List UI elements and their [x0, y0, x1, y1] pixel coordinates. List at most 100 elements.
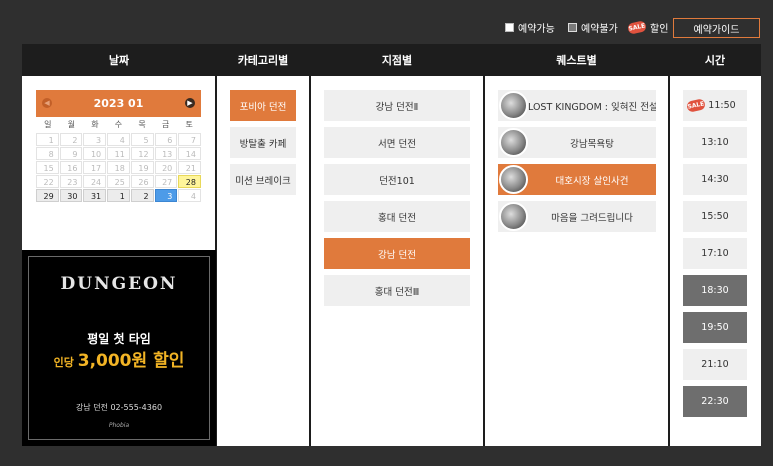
calendar: ◀ 2023 01 ▶ 일월화수목금토 1 2 3 4 5 6 7 8 9 10 11 12 13 14 1… [36, 90, 201, 202]
legend-bar: 예약가능 예약불가 SALE 할인 예약가이드 [0, 18, 773, 38]
theme-label: LOST KINGDOM : 잊혀진 전설 [528, 101, 656, 113]
calendar-day: 24 [83, 175, 107, 188]
calendar-day[interactable]: 1 [107, 189, 130, 202]
calendar-day: 15 [36, 161, 59, 174]
reservation-guide-button[interactable]: 예약가이드 [673, 18, 760, 38]
column-divider [483, 44, 485, 446]
category-button[interactable]: 방탈출 카페 [230, 127, 296, 158]
calendar-day: 3 [83, 133, 107, 146]
category-button[interactable]: 미션 브레이크 [230, 164, 296, 195]
branch-button[interactable]: 홍대 던전Ⅲ [324, 275, 470, 306]
time-slot[interactable]: SALE 11:50 [683, 90, 747, 121]
theme-item[interactable]: 대호시장 살인사건 [498, 164, 656, 195]
legend-available: 예약가능 [505, 20, 555, 35]
banner-contact: 강남 던전 02-555-4360 [75, 403, 163, 412]
weekday-label: 토 [185, 120, 193, 129]
calendar-day: 13 [154, 147, 178, 160]
legend-discount-label: 할인 [650, 24, 669, 35]
time-label: 14:30 [701, 174, 729, 185]
calendar-day: 27 [154, 175, 178, 188]
legend-unavailable-label: 예약불가 [581, 24, 618, 35]
category-button[interactable]: 포비아 던전 [230, 90, 296, 121]
banner-discount-amount: 3,000원 할인 [77, 351, 185, 371]
calendar-day: 21 [178, 161, 201, 174]
theme-thumbnail-icon [499, 202, 528, 231]
weekday-label: 화 [91, 120, 99, 129]
calendar-header: ◀ 2023 01 ▶ [36, 90, 201, 117]
time-slot[interactable]: 15:50 [683, 201, 747, 232]
theme-item[interactable]: 강남목욕탕 [498, 127, 656, 158]
theme-label: 마음을 그려드립니다 [551, 212, 633, 224]
chevron-right-icon[interactable]: ▶ [185, 98, 195, 108]
banner-discount: 인당 3,000원 할인 [22, 346, 216, 371]
time-slot[interactable]: 14:30 [683, 164, 747, 195]
time-label: 13:10 [701, 137, 729, 148]
available-swatch-icon [505, 23, 514, 32]
calendar-day: 16 [59, 161, 83, 174]
branch-button[interactable]: 강남 던전Ⅱ [324, 90, 470, 121]
calendar-day: 18 [107, 161, 130, 174]
calendar-day[interactable]: 2 [130, 189, 154, 202]
time-slot[interactable]: 17:10 [683, 238, 747, 269]
time-label: 15:50 [701, 211, 729, 222]
unavailable-swatch-icon [568, 23, 577, 32]
banner-discount-prefix: 인당 [53, 356, 74, 369]
theme-item[interactable]: 마음을 그려드립니다 [498, 201, 656, 232]
weekday-label: 일 [44, 120, 52, 129]
calendar-day: 4 [107, 133, 130, 146]
calendar-day[interactable]: 31 [83, 189, 107, 202]
branch-button[interactable]: 강남 던전 [324, 238, 470, 269]
calendar-day: 26 [130, 175, 154, 188]
weekday-label: 수 [114, 120, 123, 129]
time-label: 22:30 [701, 396, 729, 407]
weekday-label: 월 [67, 120, 76, 129]
calendar-day[interactable]: 28 [178, 175, 201, 188]
calendar-day: 23 [59, 175, 83, 188]
theme-item[interactable]: LOST KINGDOM : 잊혀진 전설 [498, 90, 656, 121]
calendar-weekdays: 일월화수목금토 [36, 117, 201, 133]
time-label: 21:10 [701, 359, 729, 370]
calendar-day: 8 [36, 147, 59, 160]
time-slot: 18:30 [683, 275, 747, 306]
theme-thumbnail-icon [499, 165, 528, 194]
dungeon-logo: DUNGEON [60, 274, 178, 294]
header-category: 카테고리별 [216, 44, 310, 76]
time-label: 18:30 [701, 285, 729, 296]
calendar-day: 12 [130, 147, 154, 160]
theme-label: 대호시장 살인사건 [555, 175, 629, 187]
weekday-label: 금 [161, 120, 170, 129]
header-time: 시간 [669, 44, 761, 76]
header-date: 날짜 [22, 44, 216, 76]
calendar-day: 25 [107, 175, 130, 188]
calendar-day: 10 [83, 147, 107, 160]
theme-thumbnail-icon [499, 91, 528, 120]
branch-button[interactable]: 던전101 [324, 164, 470, 195]
time-slot[interactable]: 13:10 [683, 127, 747, 158]
calendar-day: 19 [130, 161, 154, 174]
calendar-days: 1 2 3 4 5 6 7 8 9 10 11 12 13 14 15 16 17 18 19 20 21 22 23 24 2… [36, 133, 201, 202]
calendar-day[interactable]: 30 [59, 189, 83, 202]
legend-discount: SALE 할인 [627, 20, 669, 35]
legend-available-label: 예약가능 [518, 24, 555, 35]
branch-button[interactable]: 서면 던전 [324, 127, 470, 158]
calendar-day: 20 [154, 161, 178, 174]
calendar-month-title: 2023 01 [93, 97, 144, 110]
time-slot[interactable]: 21:10 [683, 349, 747, 380]
calendar-day: 7 [178, 133, 201, 146]
reservation-table: 날짜 카테고리별 지점별 퀘스트별 시간 ◀ 2023 01 ▶ 일 월 화 수 목 금 토… [22, 44, 761, 446]
promo-banner[interactable]: DUNGEON 평일 첫 타임 인당 3,000원 할인 강남 던전 02-55… [22, 250, 216, 446]
calendar-day[interactable]: 29 [36, 189, 59, 202]
time-label: 19:50 [701, 322, 729, 333]
banner-headline: 평일 첫 타임 [87, 332, 151, 346]
branch-button[interactable]: 홍대 던전 [324, 201, 470, 232]
theme-thumbnail-icon [499, 128, 528, 157]
calendar-day: 22 [36, 175, 59, 188]
sale-icon: SALE [686, 98, 706, 113]
time-label: 17:10 [701, 248, 729, 259]
column-divider [668, 44, 670, 446]
calendar-day[interactable]: 3 [154, 189, 178, 202]
calendar-day: 1 [36, 133, 59, 146]
theme-label: 강남목욕탕 [570, 138, 614, 150]
chevron-left-icon[interactable]: ◀ [42, 98, 52, 108]
calendar-day: 4 [178, 189, 201, 202]
